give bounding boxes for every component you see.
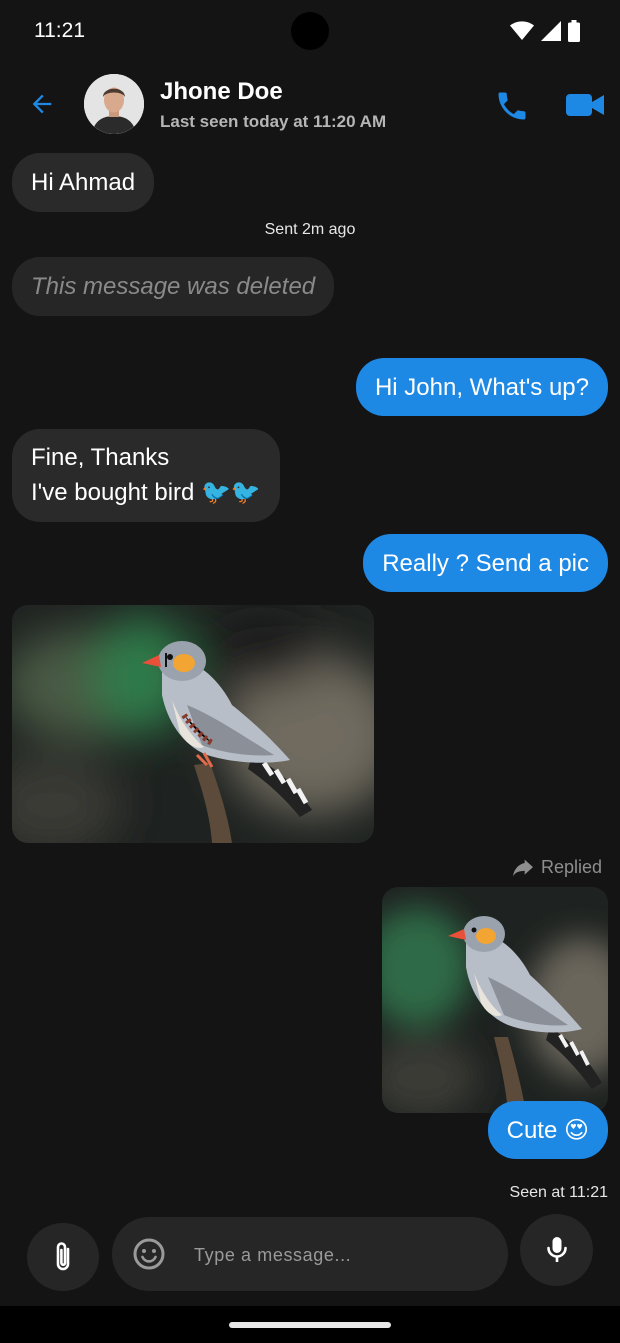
message-composer xyxy=(0,1200,620,1306)
message-input-wrapper xyxy=(112,1217,508,1291)
voice-call-button[interactable] xyxy=(494,88,530,124)
attach-button[interactable] xyxy=(27,1223,99,1291)
voice-record-button[interactable] xyxy=(520,1214,593,1286)
message-sent[interactable]: Really ? Send a pic xyxy=(363,534,608,592)
contact-name[interactable]: Jhone Doe xyxy=(160,78,283,106)
wifi-icon xyxy=(510,21,534,40)
avatar[interactable] xyxy=(84,74,144,134)
last-seen-status: Last seen today at 11:20 AM xyxy=(160,112,387,131)
message-text: Hi John, What's up? xyxy=(374,373,589,401)
message-received[interactable]: Hi Ahmad xyxy=(12,153,155,212)
emoji-smile-icon xyxy=(133,1238,165,1270)
image-message-sent[interactable] xyxy=(382,887,608,1113)
phone-icon xyxy=(498,92,526,120)
message-text: Hi Ahmad xyxy=(31,169,136,196)
arrow-left-icon xyxy=(32,94,52,114)
message-sent[interactable]: Hi John, What's up? xyxy=(355,358,608,416)
video-camera-icon xyxy=(566,94,604,116)
replied-text: Replied xyxy=(540,857,602,877)
message-text-line: Fine, Thanks xyxy=(31,444,170,471)
emoji-button[interactable] xyxy=(132,1237,166,1271)
zebra-finch-photo xyxy=(12,605,374,843)
message-text: This message was deleted xyxy=(31,273,316,300)
message-text-line: I've bought bird 🐦🐦 xyxy=(31,479,261,506)
replied-label: Replied xyxy=(512,857,602,878)
message-received[interactable]: Fine, Thanks I've bought bird 🐦🐦 xyxy=(12,429,280,522)
reply-arrow-icon xyxy=(512,859,533,876)
status-time: 11:21 xyxy=(34,19,85,42)
status-bar: 11:21 xyxy=(0,0,620,62)
image-message-received[interactable] xyxy=(12,605,374,843)
message-input[interactable] xyxy=(192,1229,496,1281)
back-button[interactable] xyxy=(24,86,60,122)
deleted-message[interactable]: This message was deleted xyxy=(12,257,335,316)
paperclip-icon xyxy=(56,1242,70,1271)
message-sent[interactable]: Cute 😍 xyxy=(487,1101,608,1159)
status-icons xyxy=(510,20,580,42)
avatar-photo xyxy=(84,74,144,134)
camera-cutout xyxy=(291,12,329,50)
signal-icon xyxy=(541,21,561,41)
zebra-finch-photo xyxy=(382,887,608,1113)
home-indicator[interactable] xyxy=(229,1322,391,1328)
microphone-icon xyxy=(546,1237,567,1262)
sent-time-meta: Sent 2m ago xyxy=(264,221,356,238)
video-call-button[interactable] xyxy=(566,90,604,120)
system-nav-bar xyxy=(0,1306,620,1343)
battery-icon xyxy=(568,20,580,42)
message-text: Cute 😍 xyxy=(506,1116,589,1144)
chat-header: Jhone Doe Last seen today at 11:20 AM xyxy=(0,62,620,150)
message-text: Really ? Send a pic xyxy=(382,549,589,577)
